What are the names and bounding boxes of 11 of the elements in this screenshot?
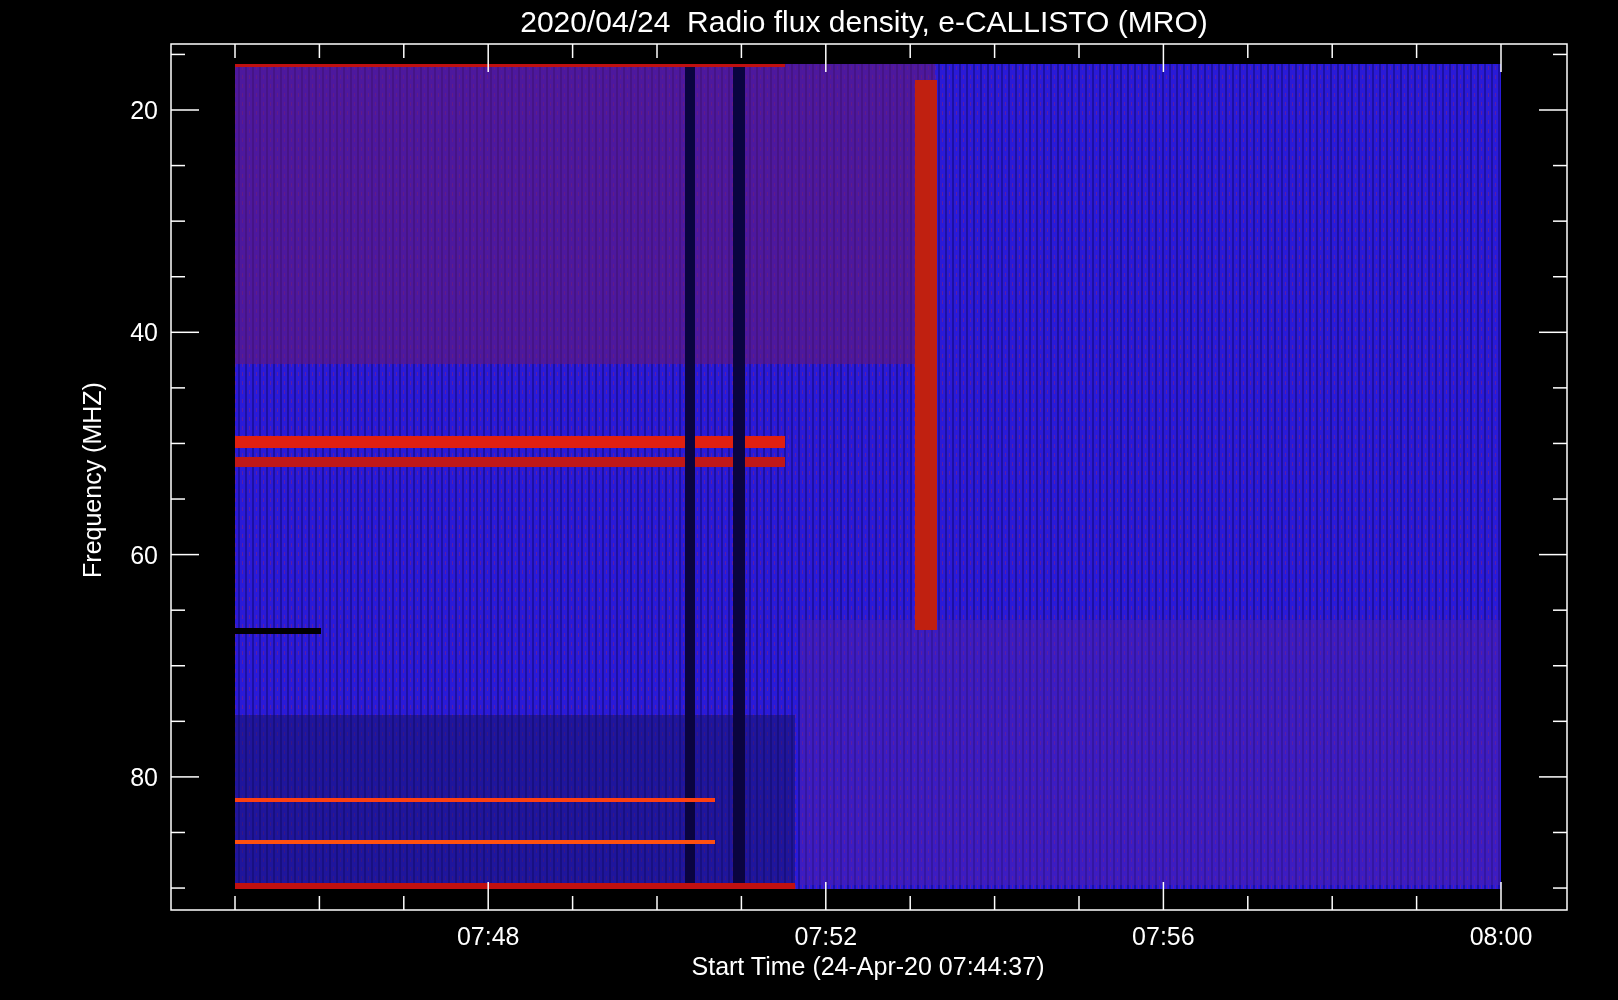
axis-title: Start Time (24-Apr-20 07:44:37)	[691, 952, 1045, 980]
tick-label: 60	[130, 540, 158, 569]
tick-label: 80	[130, 762, 158, 791]
axis-title: Frequency (MHZ)	[78, 382, 106, 578]
chart-title: 2020/04/24 Radio flux density, e-CALLISTO (MRO)	[520, 5, 1208, 38]
tick-label: 40	[130, 318, 158, 347]
tick-label: 20	[130, 96, 158, 124]
tick-label: 07:48	[456, 922, 520, 950]
tick-label: 07:52	[794, 922, 858, 950]
tick-label: 07:56	[1132, 922, 1195, 950]
tick-label: 08:00	[1469, 922, 1533, 950]
